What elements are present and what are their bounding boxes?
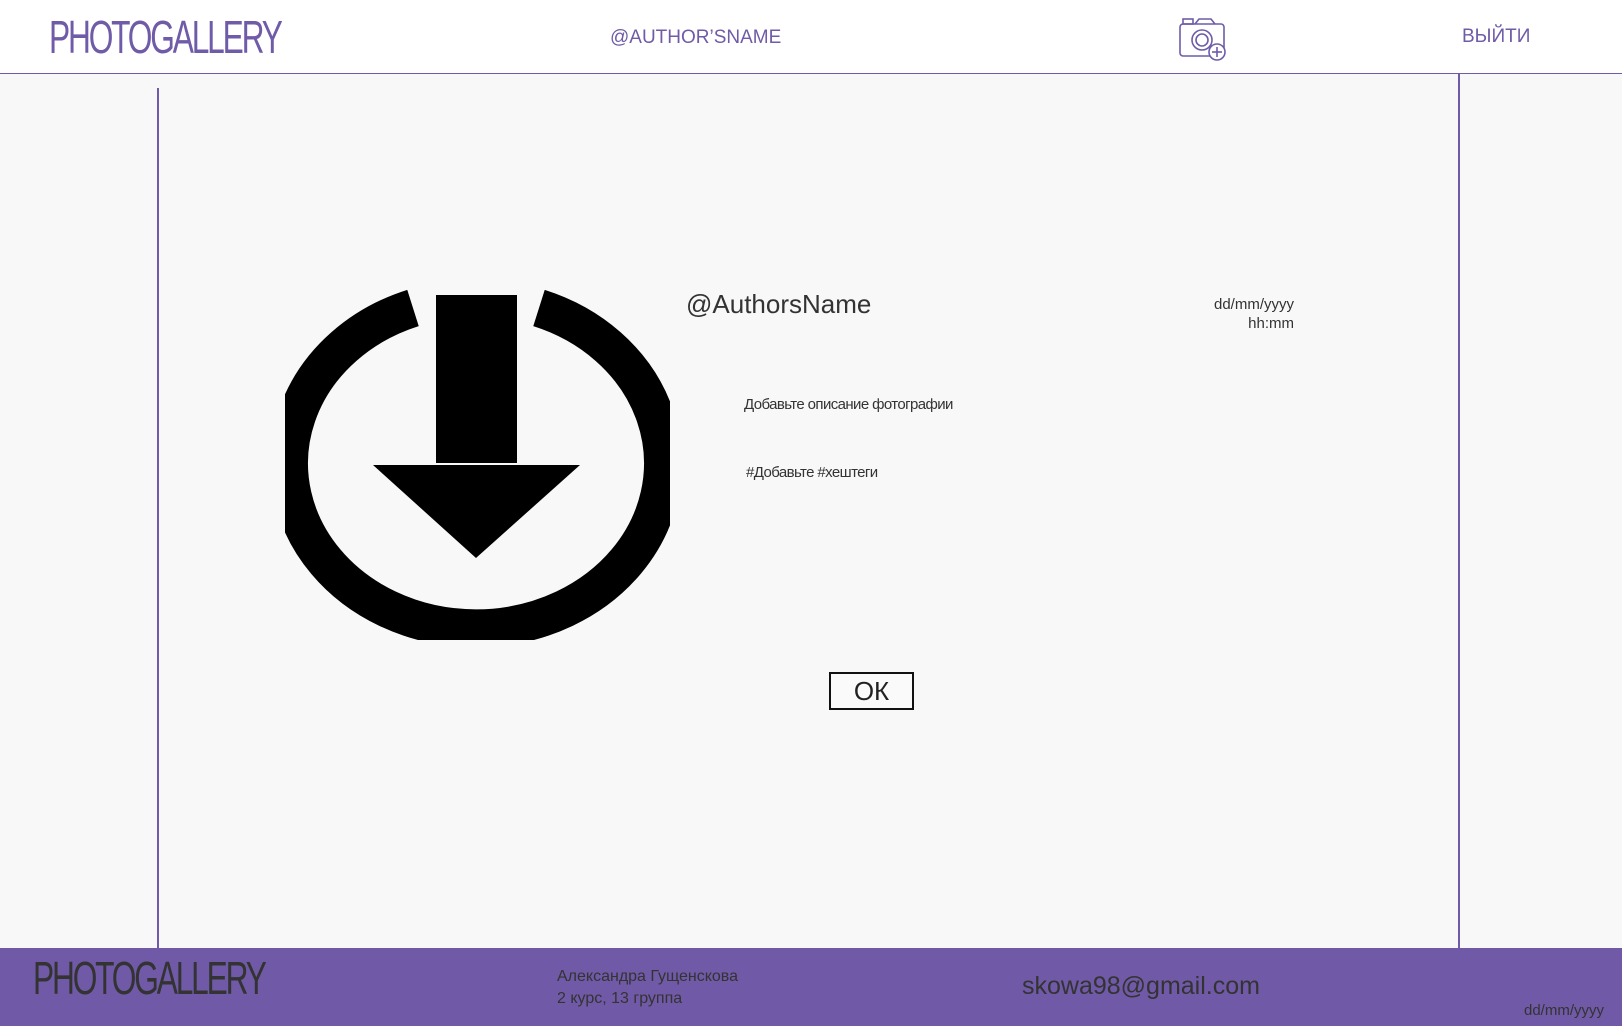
footer-date: dd/mm/yyyy — [1523, 1002, 1604, 1019]
post-time: hh:mm — [1248, 315, 1294, 332]
top-header: PHOTOGALLERY @AUTHOR’SNAME ВЫЙТИ — [0, 0, 1622, 74]
footer-author-info: Александра Гущенскова 2 курс, 13 группа — [557, 966, 738, 1010]
description-field[interactable]: Добавьте описание фотографии — [744, 396, 953, 413]
footer-email[interactable]: skowa98@gmail.com — [1022, 972, 1260, 1001]
content-border-left — [157, 88, 159, 948]
upload-photo-button[interactable] — [270, 289, 682, 648]
author-profile-link[interactable]: @AUTHOR’SNAME — [610, 27, 781, 49]
footer-logo: PHOTOGALLERY — [33, 953, 267, 1005]
post-date: dd/mm/yyyy — [1213, 296, 1294, 313]
add-photo-button[interactable] — [1178, 16, 1230, 62]
camera-plus-icon — [1179, 18, 1226, 61]
content-border-right — [1458, 74, 1460, 948]
logout-button[interactable]: ВЫЙТИ — [1462, 26, 1530, 48]
footer-author-name: Александра Гущенскова — [557, 968, 739, 985]
hashtags-field[interactable]: #Добавьте #хештеги — [746, 464, 878, 481]
footer: PHOTOGALLERY Александра Гущенскова 2 кур… — [0, 948, 1622, 1026]
header-logo[interactable]: PHOTOGALLERY — [49, 12, 283, 65]
download-circle-icon — [270, 289, 682, 648]
post-author-name[interactable]: @AuthorsName — [686, 289, 871, 320]
post-datetime: dd/mm/yyyy hh:mm — [1214, 295, 1294, 333]
footer-author-group: 2 курс, 13 группа — [557, 990, 683, 1007]
ok-button[interactable]: ОК — [829, 672, 914, 710]
